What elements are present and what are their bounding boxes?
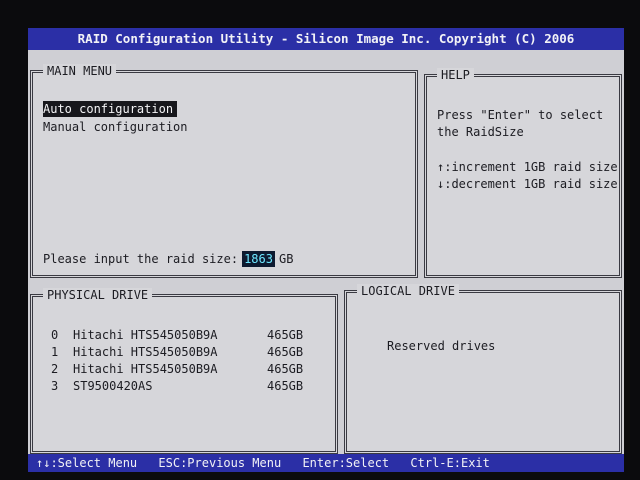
drive-size: 465GB: [267, 328, 304, 342]
menu-item-auto-configuration[interactable]: Auto configuration: [43, 101, 178, 117]
logical-drive-title: LOGICAL DRIVE: [357, 284, 459, 298]
raid-size-unit: GB: [278, 252, 294, 266]
drive-size: 465GB: [267, 362, 304, 376]
help-line: the RaidSize: [437, 125, 524, 139]
title-bar: RAID Configuration Utility - Silicon Ima…: [28, 28, 624, 50]
status-bar: ↑↓:Select Menu ESC:Previous Menu Enter:S…: [28, 454, 624, 472]
drive-model: Hitachi HTS545050B9A: [73, 362, 218, 376]
help-line-increment: ↑:increment 1GB raid size: [437, 160, 618, 174]
hint-select: Enter:Select: [302, 456, 390, 470]
physical-drive-title: PHYSICAL DRIVE: [43, 288, 153, 302]
help-title: HELP: [437, 68, 474, 82]
drive-model: ST9500420AS: [73, 379, 153, 393]
drive-index: 1: [51, 345, 59, 359]
drive-row: 3 ST9500420AS 465GB: [51, 378, 317, 395]
main-menu-title: MAIN MENU: [43, 64, 117, 78]
physical-drive-panel: PHYSICAL DRIVE 0 Hitachi HTS545050B9A 465G…: [30, 288, 338, 454]
raid-size-prompt: Please input the raid size: 1863 GB: [43, 251, 293, 267]
hint-previous-menu: ESC:Previous Menu: [158, 456, 282, 470]
help-line: Press "Enter" to select: [437, 108, 604, 122]
drive-index: 3: [51, 379, 59, 393]
hint-select-menu: ↑↓:Select Menu: [36, 456, 138, 470]
drive-row: 0 Hitachi HTS545050B9A 465GB: [51, 327, 317, 344]
drive-index: 2: [51, 362, 59, 376]
main-menu-panel: MAIN MENU Auto configuration Manual conf…: [30, 64, 418, 278]
drive-model: Hitachi HTS545050B9A: [73, 345, 218, 359]
drive-size: 465GB: [267, 379, 304, 393]
drive-row: 1 Hitachi HTS545050B9A 465GB: [51, 344, 317, 361]
hint-exit: Ctrl-E:Exit: [410, 456, 490, 470]
drive-model: Hitachi HTS545050B9A: [73, 328, 218, 342]
app-title: RAID Configuration Utility - Silicon Ima…: [77, 31, 575, 46]
drive-size: 465GB: [267, 345, 304, 359]
raid-size-input[interactable]: 1863: [242, 251, 275, 267]
help-panel: HELP Press "Enter" to select the RaidSiz…: [424, 68, 622, 278]
logical-drive-panel: LOGICAL DRIVE Reserved drives: [344, 284, 622, 454]
logical-drive-status: Reserved drives: [387, 339, 496, 353]
drive-row: 2 Hitachi HTS545050B9A 465GB: [51, 361, 317, 378]
menu-item-manual-configuration[interactable]: Manual configuration: [43, 119, 192, 135]
raid-size-label: Please input the raid size:: [43, 252, 239, 266]
bios-screen: RAID Configuration Utility - Silicon Ima…: [28, 28, 624, 472]
help-line-decrement: ↓:decrement 1GB raid size: [437, 177, 618, 191]
drive-index: 0: [51, 328, 59, 342]
